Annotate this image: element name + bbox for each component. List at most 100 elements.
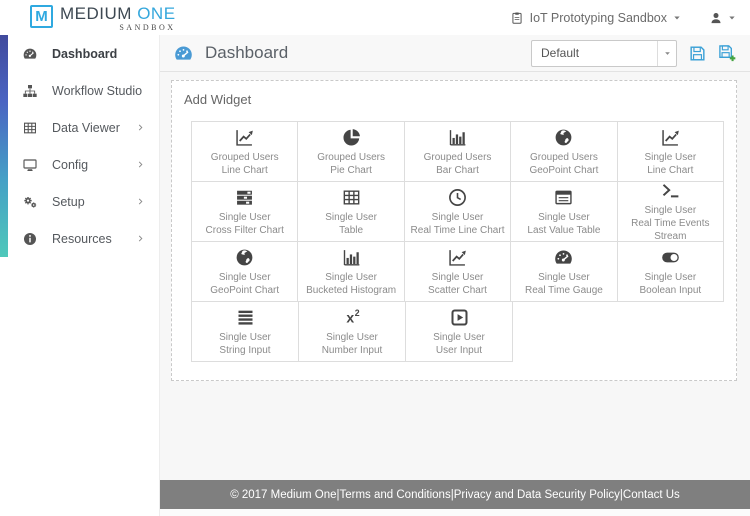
list-alt-icon bbox=[553, 187, 574, 208]
project-selector[interactable]: IoT Prototyping Sandbox bbox=[510, 11, 681, 25]
footer-copyright: © 2017 Medium One bbox=[230, 488, 337, 501]
widget-label-line1: Single User bbox=[644, 151, 697, 163]
widget-single-user-table[interactable]: Single User Table bbox=[297, 181, 405, 242]
align-justify-icon bbox=[235, 307, 256, 328]
widget-grid-row: Single User Cross Filter Chart Single User… bbox=[191, 180, 725, 242]
project-selector-label: IoT Prototyping Sandbox bbox=[529, 10, 667, 25]
sidebar-item-setup[interactable]: Setup bbox=[0, 183, 159, 220]
footer-link-terms-and-conditions[interactable]: Terms and Conditions bbox=[339, 489, 450, 501]
sidebar-menu: Dashboard Workflow Studio Data Viewer Confi… bbox=[0, 35, 159, 257]
widget-label-line2: Real Time Gauge bbox=[525, 284, 603, 296]
widget-label-line2: Cross Filter Chart bbox=[205, 224, 284, 236]
main-area: Dashboard Default Add Widget Grouped Use… bbox=[160, 35, 750, 516]
widget-label-line1: Grouped Users bbox=[423, 151, 492, 163]
terminal-icon bbox=[660, 180, 681, 201]
toggle-icon bbox=[660, 247, 681, 268]
sidebar-accent-strip bbox=[0, 35, 8, 257]
widget-label-line2: Real Time Line Chart bbox=[410, 224, 505, 236]
widget-label-line1: Single User bbox=[538, 271, 590, 283]
widget-label-line1: Single User bbox=[218, 271, 271, 283]
chevron-right-icon bbox=[136, 123, 145, 132]
x2-icon: x2 bbox=[342, 307, 363, 328]
chevron-right-icon bbox=[136, 160, 145, 169]
widget-single-user-boolean-input[interactable]: Single User Boolean Input bbox=[616, 241, 725, 302]
user-icon bbox=[709, 11, 723, 25]
desktop-icon bbox=[22, 157, 38, 173]
widget-single-user-line-chart[interactable]: Single User Line Chart bbox=[616, 121, 725, 182]
caret-down-icon bbox=[673, 14, 681, 22]
globe-icon bbox=[234, 247, 255, 268]
brand-name: MEDIUM bbox=[60, 4, 132, 23]
widget-single-user-real-time-events-stream[interactable]: Single User Real Time Events Stream bbox=[616, 180, 725, 242]
dashboard-select[interactable]: Default bbox=[531, 39, 677, 67]
footer: © 2017 Medium One | Terms and Conditions… bbox=[160, 480, 750, 509]
save-dashboard-as-new-button[interactable] bbox=[718, 44, 737, 63]
line-chart-icon bbox=[447, 247, 468, 268]
svg-text:x: x bbox=[346, 309, 354, 325]
footer-link-contact-us[interactable]: Contact Us bbox=[623, 489, 680, 501]
widget-grouped-users-pie-chart[interactable]: Grouped Users Pie Chart bbox=[297, 121, 405, 182]
widget-grouped-users-geopoint-chart[interactable]: Grouped Users GeoPoint Chart bbox=[510, 121, 618, 182]
sidebar-item-workflow-studio[interactable]: Workflow Studio bbox=[0, 72, 159, 109]
table-icon bbox=[22, 120, 38, 136]
gauge-icon bbox=[553, 247, 574, 268]
widget-label-line1: Single User bbox=[326, 331, 378, 343]
sidebar-item-label: Resources bbox=[52, 231, 112, 246]
widget-label-line1: Single User bbox=[644, 271, 697, 283]
brand-name-accent: ONE bbox=[137, 4, 176, 23]
sidebar-item-label: Dashboard bbox=[52, 46, 118, 61]
widget-label-line1: Single User bbox=[219, 331, 271, 343]
widget-label-line1: Single User bbox=[218, 211, 271, 223]
widget-label-line1: Single User bbox=[325, 211, 377, 223]
widget-label-line2: Line Chart bbox=[647, 164, 694, 176]
widget-label-line2: Scatter Chart bbox=[428, 284, 487, 296]
svg-text:2: 2 bbox=[354, 308, 359, 318]
widget-single-user-number-input[interactable]: x 2 Single User Number Input bbox=[298, 301, 406, 362]
tasks-icon bbox=[234, 187, 255, 208]
sidebar-item-dashboard[interactable]: Dashboard bbox=[0, 35, 159, 72]
footer-link-privacy-and-data-security-policy[interactable]: Privacy and Data Security Policy bbox=[454, 489, 620, 501]
sidebar-item-label: Config bbox=[52, 157, 89, 172]
save-dashboard-button[interactable] bbox=[688, 44, 707, 63]
widget-label-line2: GeoPoint Chart bbox=[529, 164, 599, 176]
sitemap-icon bbox=[22, 83, 38, 99]
widget-label-line1: Single User bbox=[325, 271, 377, 283]
widget-label-line1: Single User bbox=[433, 331, 485, 343]
widget-grid-row: Grouped Users Line Chart Grouped Users Pie … bbox=[191, 121, 725, 182]
user-menu[interactable] bbox=[709, 11, 736, 25]
bar-chart-icon bbox=[341, 247, 362, 268]
line-chart-icon bbox=[234, 127, 255, 148]
sidebar-item-resources[interactable]: Resources bbox=[0, 220, 159, 257]
pie-chart-icon bbox=[341, 127, 362, 148]
widget-label-line2: Bucketed Histogram bbox=[306, 284, 397, 296]
widget-single-user-bucketed-histogram[interactable]: Single User Bucketed Histogram bbox=[297, 241, 405, 302]
sidebar-item-label: Workflow Studio bbox=[52, 83, 143, 98]
widget-label-line1: Single User bbox=[644, 205, 697, 216]
widget-single-user-user-input[interactable]: Single User User Input bbox=[405, 301, 513, 362]
select-caret bbox=[657, 40, 676, 66]
widget-label-line2: String Input bbox=[219, 344, 271, 356]
widget-single-user-real-time-line-chart[interactable]: Single User Real Time Line Chart bbox=[403, 181, 512, 242]
widget-single-user-string-input[interactable]: Single User String Input bbox=[191, 301, 299, 362]
widget-label-line1: Single User bbox=[538, 211, 590, 223]
widget-single-user-geopoint-chart[interactable]: Single User GeoPoint Chart bbox=[191, 241, 299, 302]
widget-single-user-cross-filter-chart[interactable]: Single User Cross Filter Chart bbox=[191, 181, 299, 242]
table-icon bbox=[341, 187, 362, 208]
sidebar-item-data-viewer[interactable]: Data Viewer bbox=[0, 109, 159, 146]
bar-chart-icon bbox=[447, 127, 468, 148]
widget-label-line2: Real Time Events Stream bbox=[631, 218, 710, 242]
clock-icon bbox=[447, 187, 468, 208]
widget-single-user-last-value-table[interactable]: Single User Last Value Table bbox=[510, 181, 618, 242]
widget-label-line2: Boolean Input bbox=[639, 284, 702, 296]
page-title: Dashboard bbox=[205, 43, 289, 62]
widget-single-user-real-time-gauge[interactable]: Single User Real Time Gauge bbox=[510, 241, 618, 302]
add-widget-panel: Add Widget Grouped Users Line Chart Groupe… bbox=[171, 80, 737, 381]
caret-down-icon bbox=[728, 14, 736, 22]
widget-label-line2: Table bbox=[339, 224, 364, 236]
widget-grouped-users-line-chart[interactable]: Grouped Users Line Chart bbox=[191, 121, 299, 182]
sidebar-item-config[interactable]: Config bbox=[0, 146, 159, 183]
widget-grouped-users-bar-chart[interactable]: Grouped Users Bar Chart bbox=[403, 121, 512, 182]
content-header: Dashboard Default bbox=[160, 35, 750, 72]
widget-label-line2: Number Input bbox=[321, 344, 383, 356]
widget-single-user-scatter-chart[interactable]: Single User Scatter Chart bbox=[403, 241, 512, 302]
